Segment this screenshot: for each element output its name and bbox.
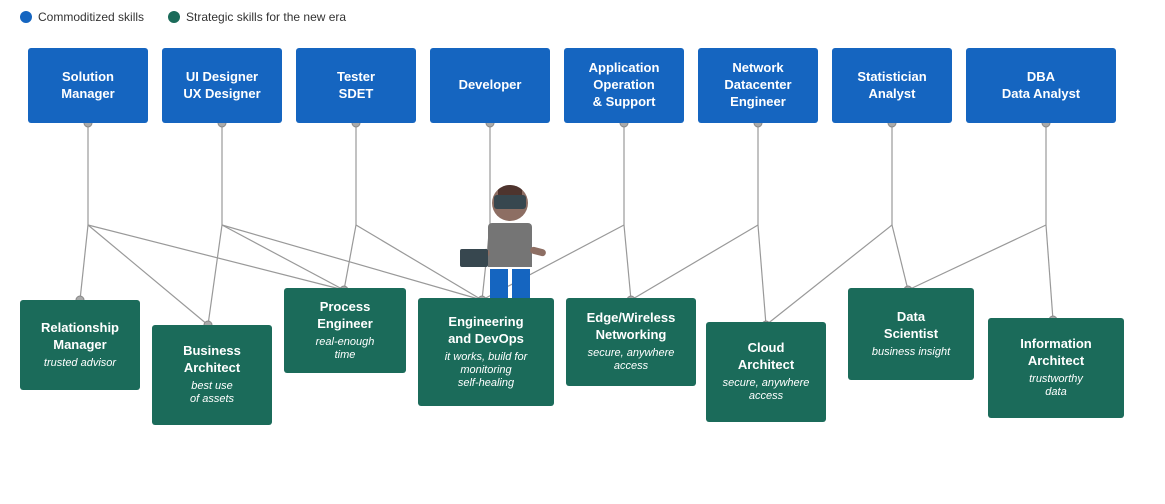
developer-label: Developer [459,77,522,94]
box-business-architect: BusinessArchitect best useof assets [152,325,272,425]
info-architect-label: InformationArchitect [1020,336,1092,370]
green-legend-dot [168,11,180,23]
legend-strategic: Strategic skills for the new era [168,10,346,24]
relationship-manager-label: RelationshipManager [41,320,119,354]
edge-networking-label: Edge/WirelessNetworking [587,310,676,344]
box-info-architect: InformationArchitect trustworthydata [988,318,1124,418]
data-scientist-label: DataScientist [884,309,938,343]
data-scientist-subtitle: business insight [872,346,950,359]
statistician-label: StatisticianAnalyst [857,69,926,103]
process-engineer-subtitle: real-enoughtime [316,336,375,362]
ui-designer-label: UI DesignerUX Designer [183,69,260,103]
tester-label: TesterSDET [337,69,375,103]
legend-strategic-label: Strategic skills for the new era [186,10,346,24]
network-engineer-label: NetworkDatacenterEngineer [724,60,791,111]
cloud-architect-subtitle: secure, anywhereaccess [723,377,810,403]
business-architect-label: BusinessArchitect [183,343,241,377]
engineering-devops-subtitle: it works, build formonitoringself-healin… [445,351,528,391]
solution-manager-label: SolutionManager [61,69,114,103]
info-architect-subtitle: trustworthydata [1029,373,1083,399]
legend: Commoditized skills Strategic skills for… [0,0,1165,30]
box-network-engineer: NetworkDatacenterEngineer [698,48,818,123]
engineering-devops-label: Engineeringand DevOps [448,314,524,348]
box-dba: DBAData Analyst [966,48,1116,123]
box-ui-designer: UI DesignerUX Designer [162,48,282,123]
box-data-scientist: DataScientist business insight [848,288,974,380]
box-cloud-architect: CloudArchitect secure, anywhereaccess [706,322,826,422]
process-engineer-label: ProcessEngineer [317,299,373,333]
blue-legend-dot [20,11,32,23]
legend-commoditized: Commoditized skills [20,10,144,24]
legend-commoditized-label: Commoditized skills [38,10,144,24]
business-architect-subtitle: best useof assets [190,380,234,406]
cloud-architect-label: CloudArchitect [738,340,794,374]
app-operation-label: ApplicationOperation& Support [589,60,660,111]
edge-networking-subtitle: secure, anywhereaccess [588,347,675,373]
box-developer: Developer [430,48,550,123]
dba-label: DBAData Analyst [1002,69,1080,103]
relationship-manager-subtitle: trusted advisor [44,357,116,370]
box-tester: TesterSDET [296,48,416,123]
diagram: SolutionManager UI DesignerUX Designer T… [0,30,1165,490]
box-process-engineer: ProcessEngineer real-enoughtime [284,288,406,373]
box-app-operation: ApplicationOperation& Support [564,48,684,123]
box-engineering-devops: Engineeringand DevOps it works, build fo… [418,298,554,406]
box-statistician: StatisticianAnalyst [832,48,952,123]
person-figure [488,185,532,315]
box-edge-networking: Edge/WirelessNetworking secure, anywhere… [566,298,696,386]
box-solution-manager: SolutionManager [28,48,148,123]
box-relationship-manager: RelationshipManager trusted advisor [20,300,140,390]
